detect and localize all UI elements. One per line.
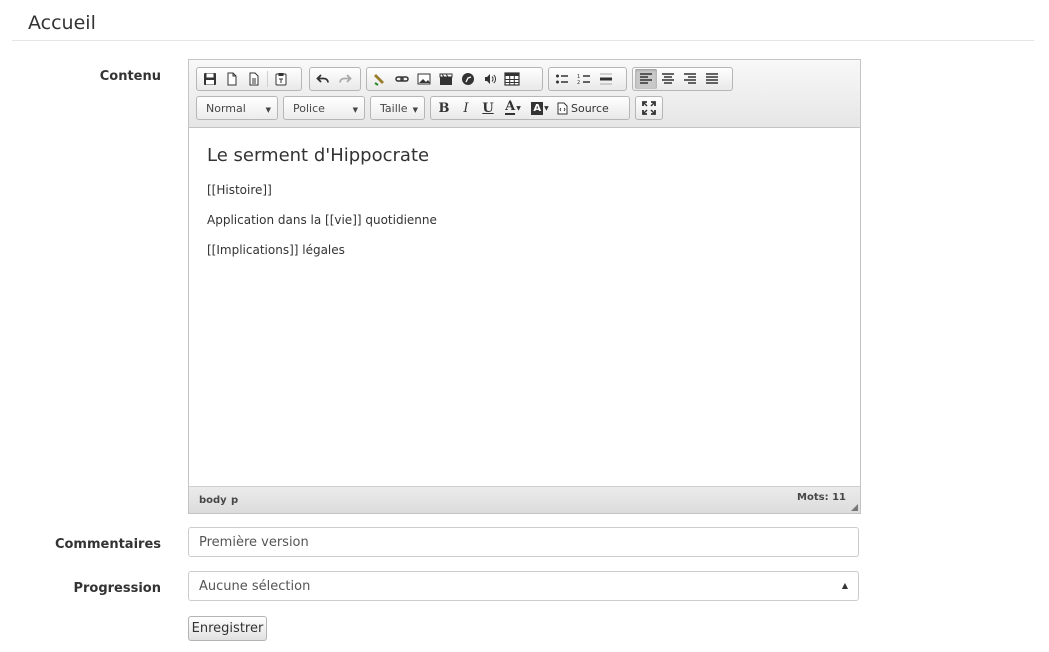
resize-grip-icon[interactable]: [851, 504, 858, 511]
content-heading: Le serment d'Hippocrate: [207, 145, 430, 166]
numbered-list-icon[interactable]: 12: [573, 69, 595, 89]
align-right-icon[interactable]: [679, 69, 701, 89]
comments-input[interactable]: Première version: [188, 527, 859, 557]
video-icon[interactable]: [435, 69, 457, 89]
toolbar-separator: [267, 71, 268, 87]
word-count: Mots: 11: [797, 492, 846, 503]
underline-button[interactable]: U: [477, 98, 499, 118]
title-divider: [12, 40, 1034, 41]
source-icon: [557, 102, 568, 114]
horizontal-rule-icon[interactable]: [595, 69, 617, 89]
spellcheck-icon[interactable]: [369, 69, 391, 89]
tools-tool-group: [635, 96, 663, 120]
flash-icon[interactable]: [457, 69, 479, 89]
align-left-icon[interactable]: [635, 69, 657, 89]
format-dropdown-value: Normal: [206, 101, 246, 115]
align-center-icon[interactable]: [657, 69, 679, 89]
alignment-tool-group: [632, 67, 733, 91]
table-icon[interactable]: [501, 69, 523, 89]
size-dropdown[interactable]: Taille ▼: [370, 96, 425, 120]
editor-toolbar: 12 Normal ▼ Police ▼ Taille ▼ B I U A ▼ …: [189, 60, 860, 128]
new-page-icon[interactable]: [221, 69, 243, 89]
bulleted-list-icon[interactable]: [551, 69, 573, 89]
content-paragraph: [[Implications]] légales: [207, 243, 345, 257]
style-tool-group: B I U A ▼ A ▼ Source: [430, 96, 630, 120]
size-dropdown-value: Taille: [380, 101, 408, 115]
image-icon[interactable]: [413, 69, 435, 89]
chevron-down-icon: ▼: [265, 106, 271, 114]
rich-text-editor: 12 Normal ▼ Police ▼ Taille ▼ B I U A ▼ …: [188, 59, 861, 514]
document-tool-group: [196, 67, 302, 91]
format-dropdown[interactable]: Normal ▼: [196, 96, 278, 120]
content-paragraph: Application dans la [[vie]] quotidienne: [207, 213, 437, 227]
link-icon[interactable]: [391, 69, 413, 89]
progress-select[interactable]: Aucune sélection ▲: [188, 571, 859, 601]
list-tool-group: 12: [548, 67, 627, 91]
chevron-down-icon: ▼: [352, 106, 358, 114]
font-dropdown-value: Police: [293, 101, 325, 115]
save-button[interactable]: Enregistrer: [188, 616, 267, 641]
insert-tool-group: [366, 67, 543, 91]
italic-button[interactable]: I: [455, 98, 477, 118]
editor-statusbar: body p Mots: 11: [189, 486, 860, 513]
audio-icon[interactable]: [479, 69, 501, 89]
source-button[interactable]: Source: [553, 98, 613, 118]
redo-icon[interactable]: [334, 69, 356, 89]
templates-icon[interactable]: [243, 69, 265, 89]
source-label: Source: [571, 101, 609, 115]
caret-up-icon: ▲: [841, 581, 848, 590]
element-path-p[interactable]: p: [231, 495, 238, 506]
progress-label: Progression: [73, 581, 161, 596]
element-path-body[interactable]: body: [199, 495, 227, 506]
chevron-down-icon: ▼: [544, 104, 549, 112]
maximize-icon[interactable]: [638, 98, 660, 118]
svg-text:2: 2: [577, 80, 580, 86]
progress-select-value: Aucune sélection: [199, 578, 311, 594]
save-icon[interactable]: [199, 69, 221, 89]
undo-icon[interactable]: [312, 69, 334, 89]
font-dropdown[interactable]: Police ▼: [283, 96, 365, 120]
text-color-icon: A: [505, 99, 516, 115]
text-color-button[interactable]: A ▼: [499, 98, 527, 118]
background-color-icon: A: [531, 101, 544, 115]
chevron-down-icon: ▼: [516, 104, 521, 112]
chevron-down-icon: ▼: [412, 106, 418, 114]
content-paragraph: [[Histoire]]: [207, 183, 272, 197]
history-tool-group: [309, 67, 361, 91]
background-color-button[interactable]: A ▼: [527, 98, 553, 118]
paste-text-icon[interactable]: [270, 69, 292, 89]
content-label: Contenu: [99, 69, 161, 84]
bold-button[interactable]: B: [433, 98, 455, 118]
justify-icon[interactable]: [701, 69, 723, 89]
editor-content[interactable]: Le serment d'Hippocrate [[Histoire]] App…: [189, 128, 860, 486]
page-title: Accueil: [28, 12, 96, 34]
comments-label: Commentaires: [54, 537, 161, 552]
